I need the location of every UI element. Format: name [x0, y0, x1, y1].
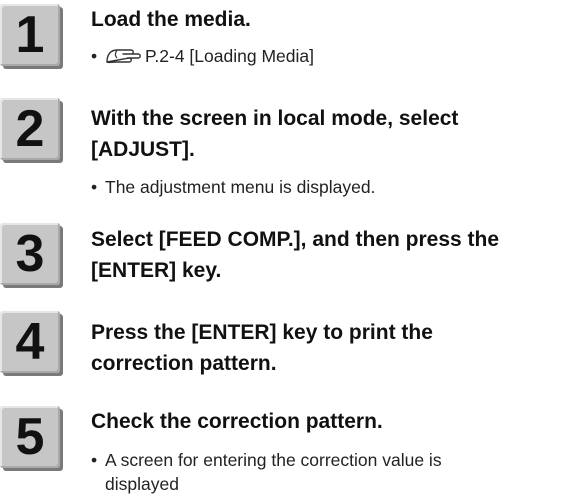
- bullet-dot: •: [91, 450, 98, 470]
- step-bullet-5-line2: displayed: [105, 474, 179, 494]
- bullet-dot: •: [91, 46, 98, 66]
- step-title-1: Load the media.: [91, 8, 251, 31]
- bullet-dot: •: [91, 177, 98, 197]
- step-bullet-5: • A screen for entering the correction va…: [91, 448, 571, 496]
- step-number-4: 4: [0, 311, 60, 373]
- step-title-4: Press the [ENTER] key to print the corre…: [91, 317, 571, 379]
- step-title-4-line2: correction pattern.: [91, 352, 277, 375]
- step-bullet-5-line1: • A screen for entering the correction va…: [91, 448, 571, 472]
- step-number-1: 1: [0, 4, 60, 66]
- step-title-3-line1: Select [FEED COMP.], and then press the: [91, 228, 500, 251]
- step-bullet-2: • The adjustment menu is displayed.: [91, 175, 571, 199]
- step-bullet-1: • P.2-4 [Loading Media]: [91, 44, 571, 68]
- reference-link-text[interactable]: P.2-4 [Loading Media]: [145, 46, 314, 66]
- step-number-2: 2: [0, 98, 60, 160]
- reference-hand-icon: [105, 46, 143, 66]
- step-bullet-5-text1: A screen for entering the correction val…: [105, 450, 442, 470]
- step-number-5: 5: [0, 406, 60, 468]
- step-title-3: Select [FEED COMP.], and then press the …: [91, 224, 571, 286]
- step-title-3-line2: [ENTER] key.: [91, 259, 222, 282]
- step-bullet-2-text: The adjustment menu is displayed.: [105, 177, 376, 197]
- step-title-2-line2: [ADJUST].: [91, 138, 195, 161]
- step-title-4-line1: Press the [ENTER] key to print the: [91, 321, 433, 344]
- step-title-5: Check the correction pattern.: [91, 410, 383, 433]
- step-number-3: 3: [0, 223, 60, 285]
- step-title-2-line1: With the screen in local mode, select: [91, 107, 459, 130]
- step-title-2: With the screen in local mode, select [A…: [91, 103, 571, 165]
